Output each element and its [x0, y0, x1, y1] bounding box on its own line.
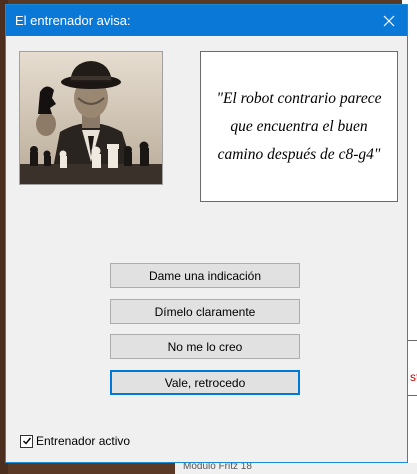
coach-active-label: Entrenador activo: [36, 434, 131, 448]
close-icon: [383, 15, 395, 26]
close-button[interactable]: [371, 5, 407, 36]
hint-button[interactable]: Dame una indicación: [110, 263, 300, 288]
background-red-text: st: [410, 370, 417, 384]
checkbox-box[interactable]: [20, 434, 33, 448]
background-status-strip: Módulo Fritz 18: [175, 463, 417, 474]
coach-quote: "El robot contrario parece que encuentra…: [200, 51, 398, 202]
show-clearly-button[interactable]: Dímelo claramente: [110, 299, 300, 324]
checkmark-icon: [22, 437, 31, 445]
quote-text: "El robot contrario parece que encuentra…: [216, 89, 382, 163]
coach-portrait-image: [19, 51, 163, 185]
background-bottom-text: Módulo Fritz 18: [183, 463, 252, 472]
dialog-title: El entrenador avisa:: [15, 13, 131, 28]
coach-dialog: El entrenador avisa: "El robot contrario…: [5, 4, 408, 463]
coach-active-checkbox[interactable]: Entrenador activo: [20, 434, 130, 448]
title-bar[interactable]: El entrenador avisa:: [6, 5, 407, 36]
ok-retreat-button[interactable]: Vale, retrocedo: [110, 370, 300, 395]
disbelieve-button[interactable]: No me lo creo: [110, 334, 300, 359]
